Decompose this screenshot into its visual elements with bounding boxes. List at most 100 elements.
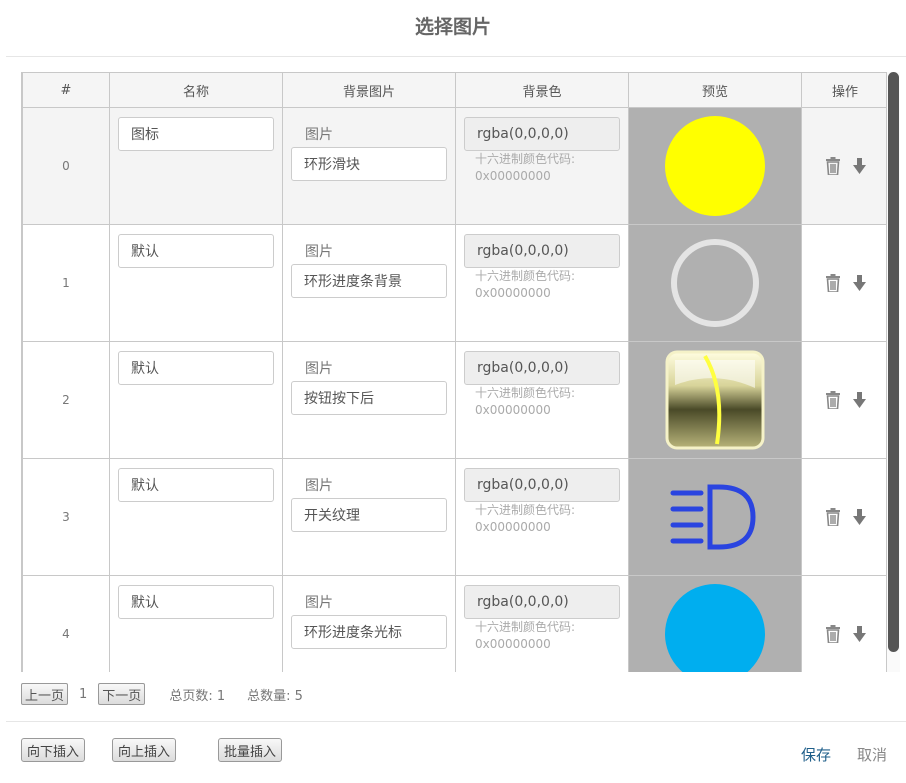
- headlight-icon: [629, 459, 801, 575]
- bg-image-input[interactable]: [291, 498, 447, 532]
- bg-color-cell: 十六进制颜色代码: 0x00000000: [455, 575, 629, 672]
- footer-divider: [6, 721, 906, 722]
- bg-image-cell: 图片: [282, 107, 456, 225]
- preview-cell: [628, 458, 802, 576]
- preview-cell: [628, 224, 802, 342]
- insert-above-button[interactable]: 向上插入: [112, 738, 177, 762]
- bg-color-input[interactable]: [464, 234, 620, 268]
- bg-image-label: 图片: [305, 595, 333, 611]
- bg-image-input[interactable]: [291, 264, 447, 298]
- bg-image-input[interactable]: [291, 147, 447, 181]
- name-input[interactable]: [118, 117, 274, 151]
- prev-page-button[interactable]: 上一页: [21, 683, 69, 705]
- arrow-down-icon[interactable]: [852, 509, 866, 525]
- bg-color-cell: 十六进制颜色代码: 0x00000000: [455, 107, 629, 225]
- hex-code-label: 十六进制颜色代码:: [475, 386, 576, 400]
- row-index: 0: [22, 107, 110, 225]
- bg-image-label: 图片: [305, 478, 333, 494]
- table-row[interactable]: 3 图片十六进制颜色代码: 0x00000000: [22, 458, 886, 576]
- name-cell: [109, 575, 283, 672]
- name-input[interactable]: [118, 351, 274, 385]
- hex-code-value: 0x00000000: [475, 520, 551, 534]
- ring-icon: [629, 225, 801, 341]
- row-index: 3: [22, 458, 110, 576]
- hex-code-value: 0x00000000: [475, 286, 551, 300]
- glossy-button-icon: [629, 342, 801, 458]
- preview-cell: [628, 107, 802, 225]
- hex-code-label: 十六进制颜色代码:: [475, 620, 576, 634]
- total-pages: 总页数: 1: [169, 688, 226, 704]
- hex-code-value: 0x00000000: [475, 403, 551, 417]
- header-actions: 操作: [801, 72, 886, 108]
- preview-cell: [628, 575, 802, 672]
- insert-below-button[interactable]: 向下插入: [21, 738, 86, 762]
- bg-image-label: 图片: [305, 244, 333, 260]
- arrow-down-icon[interactable]: [852, 158, 866, 174]
- bg-image-cell: 图片: [282, 458, 456, 576]
- bg-image-label: 图片: [305, 127, 333, 143]
- trash-icon[interactable]: [825, 508, 841, 526]
- next-page-button[interactable]: 下一页: [98, 683, 146, 705]
- bg-image-cell: 图片: [282, 341, 456, 459]
- bg-color-cell: 十六进制颜色代码: 0x00000000: [455, 224, 629, 342]
- bg-color-cell: 十六进制颜色代码: 0x00000000: [455, 458, 629, 576]
- bg-color-input[interactable]: [464, 468, 620, 502]
- yellow-circle-icon: [629, 108, 801, 224]
- arrow-down-icon[interactable]: [852, 392, 866, 408]
- bg-color-input[interactable]: [464, 351, 620, 385]
- title-divider: [6, 56, 906, 57]
- actions-cell: [801, 107, 886, 225]
- dialog-title: 选择图片: [414, 16, 491, 38]
- bg-color-cell: 十六进制颜色代码: 0x00000000: [455, 341, 629, 459]
- bg-image-cell: 图片: [282, 224, 456, 342]
- table-header-row: # 名称 背景图片 背景色 预览 操作: [22, 72, 886, 108]
- arrow-down-icon[interactable]: [852, 626, 866, 642]
- name-cell: [109, 107, 283, 225]
- arrow-down-icon[interactable]: [852, 275, 866, 291]
- name-cell: [109, 341, 283, 459]
- actions-cell: [801, 341, 886, 459]
- bg-image-input[interactable]: [291, 615, 447, 649]
- header-name: 名称: [109, 72, 283, 108]
- actions-cell: [801, 224, 886, 342]
- bg-color-input[interactable]: [464, 585, 620, 619]
- name-input[interactable]: [118, 234, 274, 268]
- trash-icon[interactable]: [825, 625, 841, 643]
- cancel-button[interactable]: 取消: [857, 744, 887, 765]
- hex-code-value: 0x00000000: [475, 637, 551, 651]
- total-count: 总数量: 5: [247, 688, 303, 704]
- scrollbar-thumb[interactable]: [888, 72, 899, 652]
- image-table: # 名称 背景图片 背景色 预览 操作 0图片十六进制颜色代码:0x000000…: [22, 72, 886, 672]
- header-index: #: [22, 72, 110, 108]
- name-input[interactable]: [118, 585, 274, 619]
- bg-color-input[interactable]: [464, 117, 620, 151]
- row-index: 2: [22, 341, 110, 459]
- image-table-container: # 名称 背景图片 背景色 预览 操作 0图片十六进制颜色代码:0x000000…: [21, 72, 887, 672]
- hex-code-label: 十六进制颜色代码:: [475, 269, 576, 283]
- row-index: 4: [22, 575, 110, 672]
- name-cell: [109, 224, 283, 342]
- blue-circle-icon: [629, 576, 801, 672]
- header-bg-image: 背景图片: [282, 72, 456, 108]
- trash-icon[interactable]: [825, 274, 841, 292]
- table-row[interactable]: 4 图片十六进制颜色代码: 0x00000000: [22, 575, 886, 672]
- trash-icon[interactable]: [825, 391, 841, 409]
- name-input[interactable]: [118, 468, 274, 502]
- bg-image-cell: 图片: [282, 575, 456, 672]
- bg-image-label: 图片: [305, 361, 333, 377]
- name-cell: [109, 458, 283, 576]
- table-row[interactable]: 1 图片十六进制颜色代码: 0x00000000: [22, 224, 886, 342]
- row-index: 1: [22, 224, 110, 342]
- save-button[interactable]: 保存: [801, 744, 831, 765]
- bg-image-input[interactable]: [291, 381, 447, 415]
- header-preview: 预览: [628, 72, 802, 108]
- trash-icon[interactable]: [825, 157, 841, 175]
- table-row[interactable]: 0 图片十六进制颜色代码: 0x00000000: [22, 107, 886, 225]
- pager: 上一页 1 下一页 总页数: 1 总数量: 5: [21, 683, 303, 705]
- hex-code-label: 十六进制颜色代码:: [475, 152, 576, 166]
- batch-insert-button[interactable]: 批量插入: [218, 738, 283, 762]
- hex-code-value: 0x00000000: [475, 169, 551, 183]
- table-row[interactable]: 2 图片十六进制颜色代码: 0x00000000: [22, 341, 886, 459]
- header-bg-color: 背景色: [455, 72, 629, 108]
- hex-code-label: 十六进制颜色代码:: [475, 503, 576, 517]
